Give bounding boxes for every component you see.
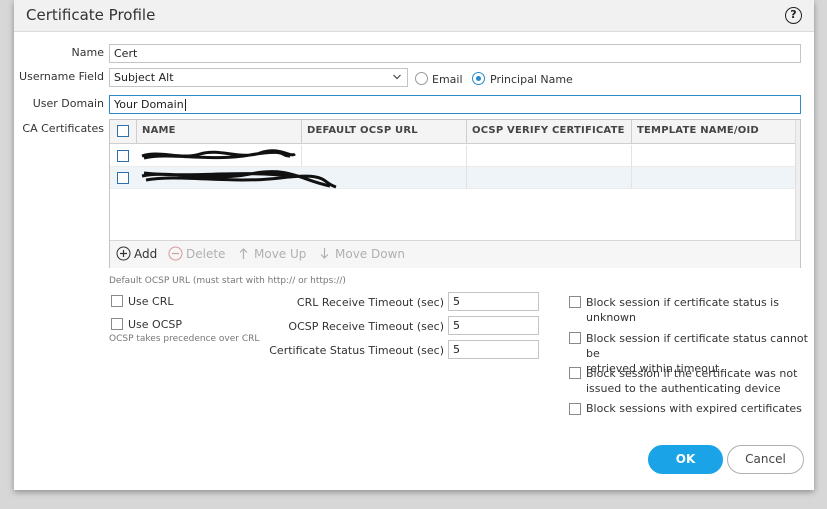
minus-circle-icon: [168, 246, 183, 261]
radio-email-label: Email: [432, 73, 463, 86]
name-input-value: Cert: [114, 47, 138, 60]
name-label: Name: [71, 46, 104, 59]
ca-certificates-table: NAME DEFAULT OCSP URL OCSP VERIFY CERTIF…: [109, 119, 801, 268]
add-button[interactable]: Add: [134, 247, 157, 261]
crl-timeout-input[interactable]: 5: [448, 292, 539, 311]
use-ocsp-checkbox[interactable]: [111, 318, 123, 330]
radio-principal-name-label: Principal Name: [490, 73, 573, 86]
row-checkbox[interactable]: [117, 150, 129, 162]
block-issued-line2: issued to the authenticating device: [586, 382, 781, 395]
column-ocsp-verify-certificate[interactable]: OCSP VERIFY CERTIFICATE: [466, 120, 631, 144]
table-toolbar: Add Delete Move Up Move Down: [110, 240, 800, 268]
use-ocsp-label: Use OCSP: [128, 318, 183, 331]
dialog-titlebar: Certificate Profile ?: [14, 0, 814, 32]
chevron-down-icon: [393, 74, 401, 80]
ok-button[interactable]: OK: [648, 445, 723, 474]
radio-principal-name[interactable]: [472, 72, 485, 85]
status-timeout-value: 5: [453, 343, 460, 356]
certificate-profile-dialog: Certificate Profile ? Name Cert Username…: [14, 0, 814, 490]
column-default-ocsp-url[interactable]: DEFAULT OCSP URL: [301, 120, 466, 144]
table-row[interactable]: [110, 145, 796, 167]
ocsp-precedence-hint: OCSP takes precedence over CRL: [109, 334, 260, 344]
crl-timeout-label: CRL Receive Timeout (sec): [296, 296, 444, 309]
block-issued-line1: Block session if the certificate was not: [586, 367, 798, 380]
text-cursor: [184, 99, 186, 111]
block-timeout-checkbox[interactable]: [569, 332, 581, 344]
help-icon[interactable]: ?: [785, 7, 802, 24]
ca-certificates-label: CA Certificates: [22, 122, 104, 135]
crl-timeout-value: 5: [453, 295, 460, 308]
use-crl-checkbox[interactable]: [111, 295, 123, 307]
move-down-button[interactable]: Move Down: [335, 247, 405, 261]
table-scrollbar[interactable]: [795, 120, 800, 240]
column-name[interactable]: NAME: [136, 120, 301, 144]
ocsp-timeout-input[interactable]: 5: [448, 316, 539, 335]
username-field-value: Subject Alt: [114, 71, 174, 84]
select-all-checkbox[interactable]: [117, 125, 129, 137]
status-timeout-input[interactable]: 5: [448, 340, 539, 359]
arrow-down-icon: [320, 248, 329, 259]
column-template-name-oid[interactable]: TEMPLATE NAME/OID: [631, 120, 796, 144]
table-header: NAME DEFAULT OCSP URL OCSP VERIFY CERTIF…: [110, 120, 796, 144]
use-crl-label: Use CRL: [128, 295, 174, 308]
radio-email[interactable]: [415, 72, 428, 85]
delete-button[interactable]: Delete: [186, 247, 225, 261]
username-field-select[interactable]: Subject Alt: [109, 68, 408, 87]
user-domain-input[interactable]: Your Domain: [109, 95, 801, 114]
name-input[interactable]: Cert: [109, 44, 801, 63]
arrow-up-icon: [239, 248, 248, 259]
ocsp-timeout-value: 5: [453, 319, 460, 332]
username-field-label: Username Field: [19, 70, 104, 83]
redacted-scribble: [141, 170, 337, 189]
plus-circle-icon[interactable]: [116, 246, 131, 261]
block-expired-checkbox[interactable]: [569, 403, 581, 415]
redacted-scribble: [141, 149, 296, 160]
block-issued-label: Block session if the certificate was not…: [586, 366, 797, 396]
status-timeout-label: Certificate Status Timeout (sec): [269, 344, 444, 357]
block-expired-label: Block sessions with expired certificates: [586, 402, 802, 415]
user-domain-label: User Domain: [32, 97, 104, 110]
block-unknown-checkbox[interactable]: [569, 296, 581, 308]
block-issued-checkbox[interactable]: [569, 367, 581, 379]
row-checkbox[interactable]: [117, 172, 129, 184]
user-domain-value: Your Domain: [114, 98, 184, 111]
dialog-title: Certificate Profile: [26, 6, 156, 24]
block-timeout-line1: Block session if certificate status cann…: [586, 332, 808, 360]
cancel-button[interactable]: Cancel: [727, 445, 804, 474]
block-unknown-label: Block session if certificate status is u…: [586, 295, 779, 325]
block-unknown-line2: unknown: [586, 311, 636, 324]
block-unknown-line1: Block session if certificate status is: [586, 296, 779, 309]
move-up-button[interactable]: Move Up: [254, 247, 306, 261]
ocsp-timeout-label: OCSP Receive Timeout (sec): [288, 320, 444, 333]
ocsp-url-hint: Default OCSP URL (must start with http:/…: [109, 276, 346, 286]
table-row[interactable]: [110, 167, 796, 189]
